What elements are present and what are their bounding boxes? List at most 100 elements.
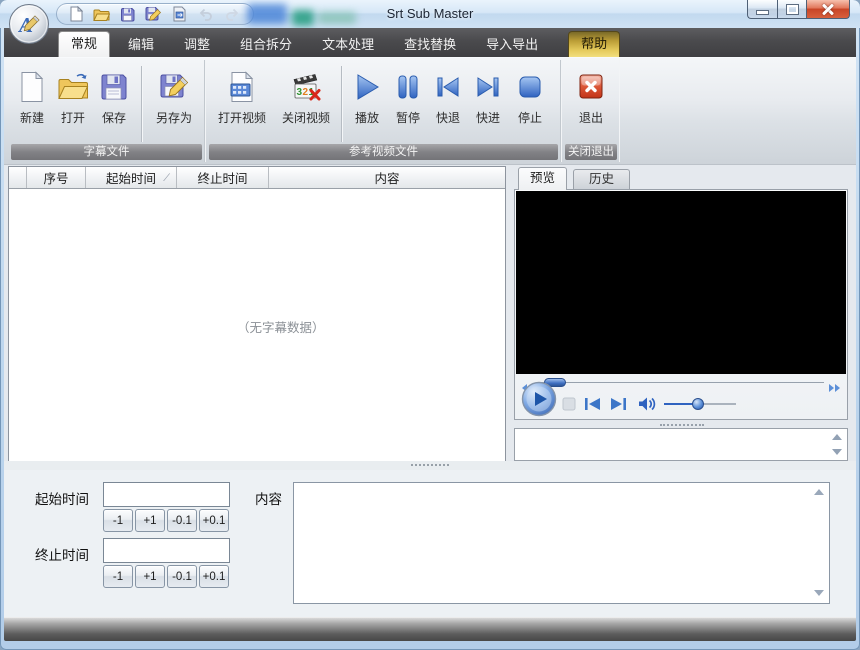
subtitle-table-header: 序号 起始时间 ∕ 终止时间 内容 <box>9 167 505 189</box>
button-label: 关闭视频 <box>282 109 330 126</box>
button-divider <box>341 66 342 142</box>
rewind-button-ribbon[interactable]: 快退 <box>428 62 468 142</box>
end-plus-01-button[interactable]: +0.1 <box>199 565 229 588</box>
play-icon <box>351 67 383 107</box>
open-button[interactable]: 打开 <box>54 62 92 142</box>
start-time-label: 起始时间 <box>35 488 89 508</box>
play-button[interactable] <box>521 381 557 422</box>
end-time-label: 终止时间 <box>35 544 89 564</box>
video-player <box>514 189 848 420</box>
seek-track[interactable] <box>538 382 824 383</box>
fast-forward-button-ribbon[interactable]: 快进 <box>468 62 508 142</box>
save-file-icon <box>99 67 129 107</box>
new-button[interactable]: 新建 <box>12 62 52 142</box>
column-header-start-time[interactable]: 起始时间 ∕ <box>86 167 177 188</box>
horizontal-splitter[interactable] <box>4 461 856 470</box>
end-minus-01-button[interactable]: -0.1 <box>167 565 197 588</box>
volume-slider[interactable] <box>664 403 736 405</box>
button-label: 暂停 <box>396 109 420 126</box>
scroll-up-icon[interactable] <box>832 434 842 440</box>
subtitle-table: 序号 起始时间 ∕ 终止时间 内容 （无字幕数据） <box>8 166 506 461</box>
column-header-index[interactable]: 序号 <box>27 167 86 188</box>
start-plus-1-button[interactable]: +1 <box>135 509 165 532</box>
close-icon <box>822 3 834 15</box>
minimize-icon <box>756 10 769 15</box>
rewind-icon <box>433 67 463 107</box>
tab-general[interactable]: 常规 <box>58 31 110 57</box>
button-label: 打开视频 <box>218 109 266 126</box>
textarea-scroll-up-icon[interactable] <box>814 489 824 495</box>
group-caption-reference-video: 参考视频文件 <box>209 144 558 160</box>
start-plus-01-button[interactable]: +0.1 <box>199 509 229 532</box>
tab-history[interactable]: 历史 <box>573 169 630 190</box>
close-video-button[interactable]: 321 关闭视频 <box>274 62 338 142</box>
window-title: Srt Sub Master <box>0 6 860 21</box>
end-plus-1-button[interactable]: +1 <box>135 565 165 588</box>
tab-adjust[interactable]: 调整 <box>172 32 222 57</box>
maximize-icon <box>787 5 798 14</box>
column-header-end-time[interactable]: 终止时间 <box>177 167 269 188</box>
open-file-icon <box>57 67 89 107</box>
next-button[interactable] <box>610 397 627 416</box>
pause-button-ribbon[interactable]: 暂停 <box>388 62 428 142</box>
app-menu-button[interactable]: A <box>8 3 50 45</box>
ribbon-group-reference-video: 打开视频 321 关闭视频 播放 暂停 <box>208 60 561 162</box>
content-textarea[interactable] <box>293 482 830 604</box>
close-button[interactable] <box>806 0 850 19</box>
content-label: 内容 <box>255 488 282 508</box>
save-as-icon <box>158 67 190 107</box>
volume-thumb[interactable] <box>692 398 704 410</box>
button-divider <box>141 66 142 142</box>
tab-combine-split[interactable]: 组合拆分 <box>228 32 304 57</box>
video-display[interactable] <box>516 191 846 374</box>
end-minus-1-button[interactable]: -1 <box>103 565 133 588</box>
stop-button[interactable] <box>562 397 576 416</box>
subtitle-preview-box[interactable] <box>514 428 848 461</box>
start-time-input[interactable] <box>103 482 230 507</box>
stop-button-ribbon[interactable]: 停止 <box>508 62 552 142</box>
open-video-icon <box>228 67 256 107</box>
row-selector-header[interactable] <box>9 167 27 188</box>
new-file-icon <box>18 67 46 107</box>
empty-table-message: （无字幕数据） <box>237 317 325 336</box>
exit-button[interactable]: 退出 <box>567 62 615 142</box>
end-time-input[interactable] <box>103 538 230 563</box>
scroll-down-icon[interactable] <box>832 449 842 455</box>
start-minus-1-button[interactable]: -1 <box>103 509 133 532</box>
stop-icon <box>516 67 544 107</box>
exit-red-x-icon <box>575 67 607 107</box>
start-minus-01-button[interactable]: -0.1 <box>167 509 197 532</box>
pause-icon <box>395 67 421 107</box>
player-controls <box>516 389 846 420</box>
button-label: 快进 <box>476 109 500 126</box>
button-label: 退出 <box>579 109 603 126</box>
play-button-ribbon[interactable]: 播放 <box>346 62 388 142</box>
fast-forward-icon <box>473 67 503 107</box>
status-bar <box>4 617 856 641</box>
minimize-button[interactable] <box>747 0 777 19</box>
app-logo-icon: A <box>8 3 50 45</box>
title-bar: Srt Sub Master <box>0 0 860 28</box>
tab-import-export[interactable]: 导入导出 <box>474 32 550 57</box>
button-label: 快退 <box>436 109 460 126</box>
tab-help[interactable]: 帮助 <box>568 31 620 57</box>
tab-find-replace[interactable]: 查找替换 <box>392 32 468 57</box>
previous-button[interactable] <box>584 397 601 416</box>
tab-edit[interactable]: 编辑 <box>116 32 166 57</box>
save-button[interactable]: 保存 <box>94 62 134 142</box>
maximize-button[interactable] <box>777 0 806 19</box>
subtitle-table-body[interactable]: （无字幕数据） <box>9 189 505 461</box>
textarea-scroll-down-icon[interactable] <box>814 590 824 596</box>
button-label: 保存 <box>102 109 126 126</box>
column-header-content[interactable]: 内容 <box>269 167 505 188</box>
button-label: 另存为 <box>156 109 192 126</box>
window-controls <box>747 0 850 19</box>
open-video-button[interactable]: 打开视频 <box>210 62 274 142</box>
volume-icon[interactable] <box>638 396 659 417</box>
button-label: 停止 <box>518 109 542 126</box>
tab-preview[interactable]: 预览 <box>518 167 567 190</box>
tab-text-processing[interactable]: 文本处理 <box>310 32 386 57</box>
column-header-label: 起始时间 <box>106 168 156 187</box>
group-caption-close-exit: 关闭退出 <box>565 144 617 160</box>
save-as-button[interactable]: 另存为 <box>148 62 200 142</box>
